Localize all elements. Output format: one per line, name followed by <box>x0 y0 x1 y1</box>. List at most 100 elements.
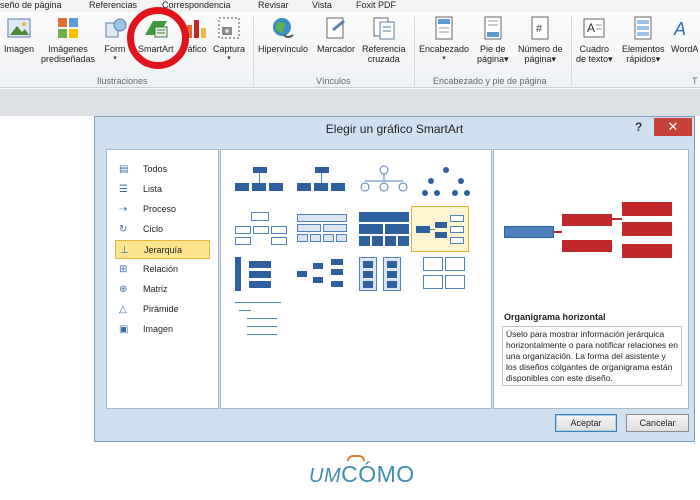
layout-gallery <box>220 149 492 409</box>
clip-art-icon <box>55 15 81 41</box>
tab-foxit-pdf[interactable]: Foxit PDF <box>356 0 396 10</box>
cycle-icon: ↻ <box>119 224 128 235</box>
page-number-label-2: página <box>524 54 552 64</box>
text-box-label-2: de texto <box>576 54 609 64</box>
layout-hierarchy-list[interactable] <box>355 255 413 293</box>
layout-horizontal-org-chart[interactable] <box>411 206 469 252</box>
shapes-label: Form <box>104 44 126 54</box>
layout-labeled-hierarchy[interactable] <box>417 165 475 203</box>
process-icon: ⇢ <box>119 204 128 215</box>
layout-architecture[interactable] <box>355 210 413 248</box>
bookmark-button[interactable]: Marcador <box>317 15 355 54</box>
layout-hierarchy-outline[interactable] <box>231 210 289 248</box>
clip-art-label-2: prediseñadas <box>41 54 96 64</box>
text-box-dropdown-icon: ▾ <box>608 54 613 64</box>
quick-parts-label-2: rápidos <box>626 54 656 64</box>
group-label-text: T <box>692 76 698 86</box>
svg-text:A: A <box>673 19 686 39</box>
hyperlink-button[interactable]: Hipervínculo <box>258 15 308 54</box>
close-button[interactable]: ✕ <box>654 118 692 136</box>
tab-review[interactable]: Revisar <box>258 0 289 10</box>
header-label: Encabezado <box>419 44 470 54</box>
footer-dropdown-icon: ▾ <box>504 54 509 64</box>
tab-view[interactable]: Vista <box>312 0 332 10</box>
category-label: Lista <box>143 184 163 194</box>
text-box-button[interactable]: A Cuadro de texto▾ <box>576 15 613 64</box>
layout-name-title-org[interactable] <box>293 165 351 203</box>
category-matrix[interactable]: ⊕ Matriz <box>115 280 210 299</box>
cancel-button[interactable]: Cancelar <box>626 414 689 432</box>
layout-circle-hierarchy[interactable] <box>355 165 413 203</box>
category-label: Jerarquía <box>144 245 183 255</box>
category-label: Ciclo <box>143 224 164 234</box>
dialog-title: Elegir un gráfico SmartArt <box>325 122 464 136</box>
quick-parts-icon <box>630 15 656 41</box>
layout-lined-hierarchy[interactable] <box>231 300 289 345</box>
category-process[interactable]: ⇢ Proceso <box>115 200 210 219</box>
header-dropdown-icon: ▾ <box>442 55 446 62</box>
preview-pane: Organigrama horizontal Úselo para mostra… <box>493 149 689 409</box>
footer-icon <box>480 15 506 41</box>
tab-references[interactable]: Referencias <box>89 0 137 10</box>
wordart-label: WordA <box>671 44 699 54</box>
header-icon <box>431 15 457 41</box>
category-label: Pirámide <box>143 304 179 314</box>
brand-accent <box>347 455 365 461</box>
ok-button[interactable]: Aceptar <box>555 414 617 432</box>
insert-image-button[interactable]: Imagen <box>4 15 34 54</box>
bookmark-icon <box>323 15 349 41</box>
category-relation[interactable]: ⊞ Relación <box>115 260 210 279</box>
layout-table-hierarchy[interactable] <box>293 210 351 248</box>
category-list: ▤ Todos ☰ Lista ⇢ Proceso ↻ Ciclo ⊥ Jera… <box>106 149 219 409</box>
layout-half-circle-org[interactable] <box>231 255 289 293</box>
group-separator <box>571 16 572 86</box>
category-pyramid[interactable]: △ Pirámide <box>115 300 210 319</box>
page-number-icon: # <box>527 15 553 41</box>
help-button[interactable]: ? <box>635 120 642 134</box>
tab-page-design[interactable]: seño de página <box>0 0 62 10</box>
shapes-dropdown-icon: ▾ <box>113 55 117 62</box>
screenshot-button[interactable]: Captura ▾ <box>213 15 245 64</box>
group-label-header-footer: Encabezado y pie de página <box>433 76 547 86</box>
footer-label-2: página <box>477 54 505 64</box>
header-button[interactable]: Encabezado ▾ <box>419 15 469 64</box>
pyramid-icon: △ <box>119 304 127 315</box>
image-icon: ▣ <box>119 324 129 335</box>
picture-icon <box>6 15 32 41</box>
globe-icon <box>270 15 296 41</box>
group-label-links: Vínculos <box>316 76 351 86</box>
preview-title: Organigrama horizontal <box>504 312 606 322</box>
hierarchy-icon: ⊥ <box>120 245 129 256</box>
layout-horizontal-hierarchy[interactable] <box>293 255 351 293</box>
quick-parts-button[interactable]: Elementos rápidos▾ <box>622 15 665 64</box>
page-number-dropdown-icon: ▾ <box>551 54 557 64</box>
shapes-icon <box>102 15 128 41</box>
screenshot-icon <box>216 15 242 41</box>
highlight-circle <box>127 7 189 69</box>
category-image[interactable]: ▣ Imagen <box>115 320 210 339</box>
category-hierarchy[interactable]: ⊥ Jerarquía <box>115 240 210 259</box>
layout-lined-list[interactable] <box>417 255 475 293</box>
category-all[interactable]: ▤ Todos <box>115 160 210 179</box>
category-label: Todos <box>143 164 168 174</box>
category-label: Imagen <box>143 324 174 334</box>
layout-org-chart[interactable] <box>231 165 289 203</box>
category-list-item[interactable]: ☰ Lista <box>115 180 210 199</box>
tab-mailings[interactable]: Correspondencia <box>162 0 231 10</box>
text-box-label: Cuadro <box>579 44 610 54</box>
shapes-button[interactable]: Form ▾ <box>102 15 128 64</box>
category-label: Relación <box>143 264 179 274</box>
wordart-button[interactable]: A WordA <box>671 15 698 54</box>
clip-art-label: Imágenes <box>48 44 88 54</box>
footer-button[interactable]: Pie de página▾ <box>477 15 509 64</box>
category-label: Matriz <box>143 284 168 294</box>
brand-logo: UMCÓMO <box>309 455 415 488</box>
clip-art-button[interactable]: Imágenes prediseñadas <box>41 15 95 64</box>
list-icon: ☰ <box>119 184 128 195</box>
category-cycle[interactable]: ↻ Ciclo <box>115 220 210 239</box>
cross-reference-button[interactable]: Referencia cruzada <box>362 15 406 64</box>
svg-text:#: # <box>536 23 543 35</box>
page-number-button[interactable]: # Número de página▾ <box>518 15 563 64</box>
hyperlink-label: Hipervínculo <box>258 44 309 54</box>
ribbon-tab-bar: seño de página Referencias Correspondenc… <box>0 0 700 12</box>
